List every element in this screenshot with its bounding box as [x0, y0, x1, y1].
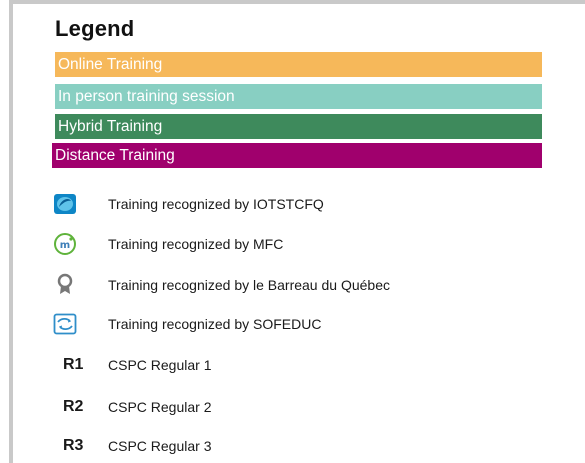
regular-label: CSPC Regular 3 [108, 438, 212, 454]
legend-panel: Legend Online Training In person trainin… [0, 0, 585, 463]
legend-item-r1: R1 CSPC Regular 1 [0, 350, 585, 380]
svg-text:m: m [60, 240, 70, 251]
legend-item-iotstcfq: Training recognized by IOTSTCFQ [0, 189, 585, 219]
award-ribbon-icon [50, 270, 80, 300]
iotstcfq-logo-icon [50, 189, 80, 219]
mfc-logo-icon: m [50, 229, 80, 259]
legend-bar-distance-training: Distance Training [52, 143, 542, 168]
legend-bar-in-person-training: In person training session [55, 84, 542, 109]
legend-item-label: Training recognized by SOFEDUC [108, 316, 322, 332]
legend-bar-hybrid-training: Hybrid Training [55, 114, 542, 139]
legend-item-r2: R2 CSPC Regular 2 [0, 392, 585, 422]
panel-border-top [9, 0, 585, 4]
legend-bar-online-training: Online Training [55, 52, 542, 77]
legend-item-label: Training recognized by le Barreau du Qué… [108, 277, 390, 293]
regular-label: CSPC Regular 2 [108, 399, 212, 415]
legend-item-r3: R3 CSPC Regular 3 [0, 431, 585, 461]
legend-item-sofeduc: Training recognized by SOFEDUC [0, 309, 585, 339]
legend-item-label: Training recognized by IOTSTCFQ [108, 196, 324, 212]
legend-title: Legend [55, 16, 135, 41]
legend-item-label: Training recognized by MFC [108, 236, 284, 252]
regular-code: R2 [63, 398, 84, 415]
legend-item-barreau: Training recognized by le Barreau du Qué… [0, 270, 585, 300]
legend-item-mfc: m Training recognized by MFC [0, 229, 585, 259]
regular-label: CSPC Regular 1 [108, 357, 212, 373]
sofeduc-logo-icon [50, 309, 80, 339]
regular-code: R1 [63, 356, 84, 373]
regular-code: R3 [63, 437, 84, 454]
